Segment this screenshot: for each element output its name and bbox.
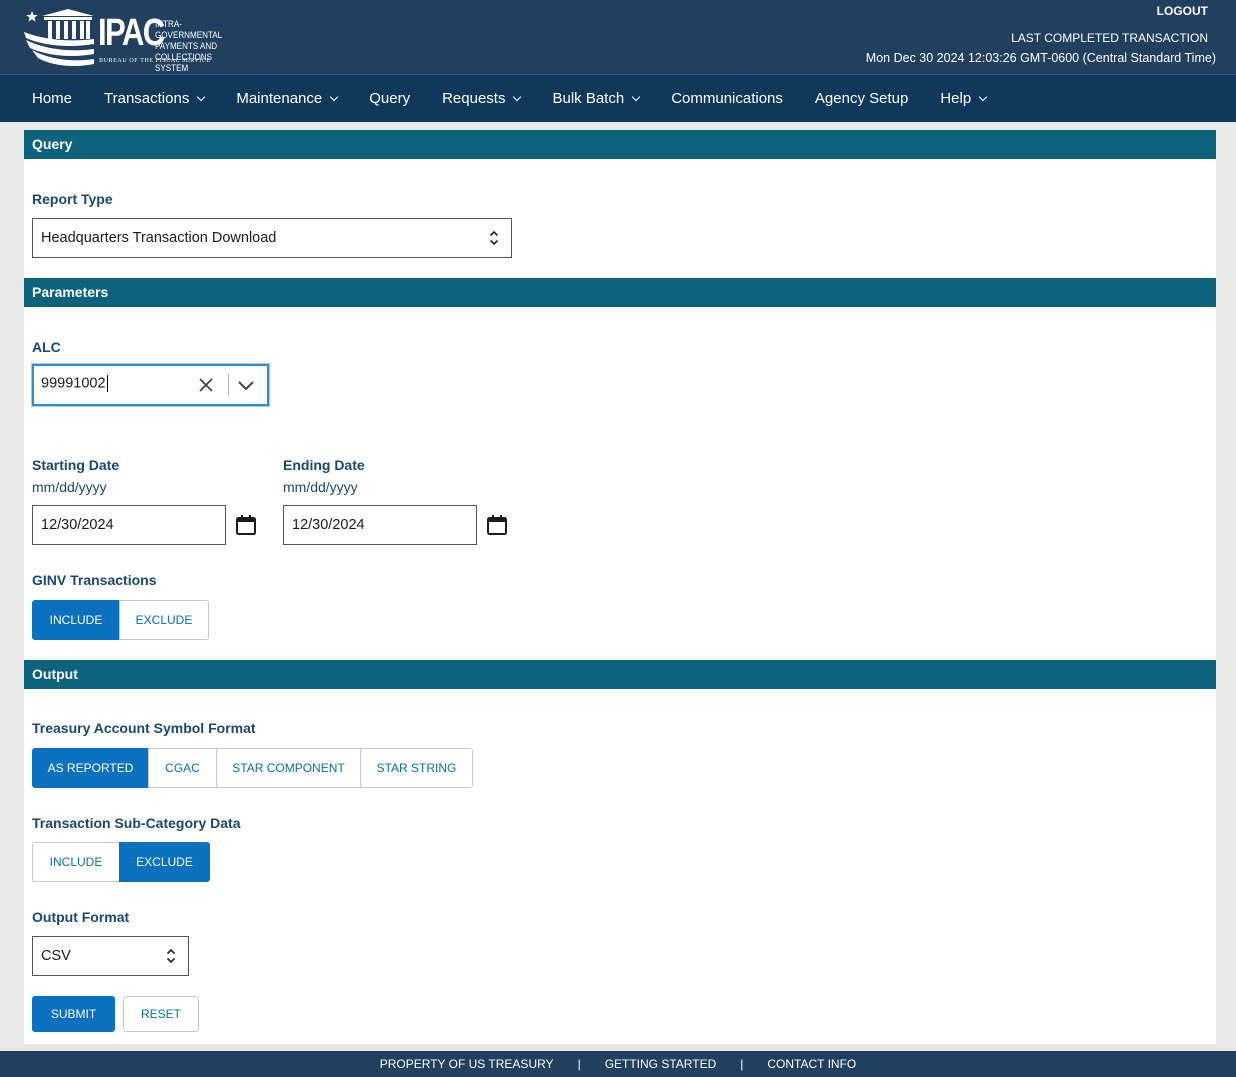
ending-date-format-hint: mm/dd/yyyy bbox=[283, 479, 358, 495]
capitol-building-icon bbox=[24, 9, 94, 66]
starting-date-label: Starting Date bbox=[32, 457, 120, 473]
top-header: IPAC INTRA-GOVERNMENTAL PAYMENTS AND COL… bbox=[0, 0, 1236, 74]
section-header-output: Output bbox=[24, 660, 1216, 689]
report-type-label: Report Type bbox=[32, 191, 113, 207]
chevron-down-icon bbox=[197, 92, 206, 101]
calendar-icon[interactable] bbox=[235, 514, 257, 536]
ginv-exclude-button[interactable]: EXCLUDE bbox=[119, 600, 209, 640]
ginv-transactions-label: GINV Transactions bbox=[32, 572, 157, 588]
alc-combobox[interactable]: 99991002 bbox=[32, 364, 269, 406]
tas-star-string-button[interactable]: STAR STRING bbox=[360, 748, 473, 788]
select-updown-icon bbox=[166, 948, 176, 964]
logout-link[interactable]: LOGOUT bbox=[1157, 4, 1208, 18]
alc-label: ALC bbox=[32, 339, 61, 355]
output-format-value: CSV bbox=[41, 948, 71, 964]
footer-property-link[interactable]: PROPERTY OF US TREASURY bbox=[380, 1057, 554, 1071]
alc-input[interactable]: 99991002 bbox=[41, 375, 108, 392]
clear-icon[interactable] bbox=[197, 376, 215, 394]
logo-wordmark: IPAC bbox=[98, 12, 165, 54]
report-type-value: Headquarters Transaction Download bbox=[41, 230, 277, 246]
section-header-query: Query bbox=[24, 130, 1216, 159]
reset-button[interactable]: RESET bbox=[123, 996, 199, 1032]
ginv-toggle-group: INCLUDE EXCLUDE bbox=[32, 600, 209, 640]
tas-cgac-button[interactable]: CGAC bbox=[148, 748, 217, 788]
nav-communications[interactable]: Communications bbox=[655, 75, 799, 123]
starting-date-format-hint: mm/dd/yyyy bbox=[32, 479, 107, 495]
chevron-down-icon bbox=[631, 92, 641, 101]
nav-home[interactable]: Home bbox=[16, 75, 88, 123]
footer-separator: | bbox=[740, 1057, 744, 1071]
nav-maintenance[interactable]: Maintenance bbox=[220, 75, 353, 123]
query-form-panel: Query Report Type Headquarters Transacti… bbox=[24, 130, 1216, 1044]
footer: PROPERTY OF US TREASURY | GETTING STARTE… bbox=[0, 1051, 1236, 1077]
chevron-down-icon[interactable] bbox=[236, 376, 256, 394]
chevron-down-icon bbox=[329, 92, 339, 101]
output-format-label: Output Format bbox=[32, 909, 130, 925]
nav-query[interactable]: Query bbox=[353, 75, 426, 123]
ending-date-label: Ending Date bbox=[283, 457, 365, 473]
tas-as-reported-button[interactable]: AS REPORTED bbox=[32, 748, 149, 788]
nav-requests[interactable]: Requests bbox=[426, 75, 536, 123]
last-transaction-label: LAST COMPLETED TRANSACTION bbox=[1011, 31, 1208, 45]
nav-bulk-batch[interactable]: Bulk Batch bbox=[536, 75, 655, 123]
submit-button[interactable]: SUBMIT bbox=[32, 996, 115, 1032]
ginv-include-button[interactable]: INCLUDE bbox=[32, 600, 120, 640]
starting-date-input[interactable]: 12/30/2024 bbox=[32, 505, 226, 545]
select-updown-icon bbox=[489, 230, 499, 246]
calendar-icon[interactable] bbox=[486, 514, 508, 536]
report-type-select[interactable]: Headquarters Transaction Download bbox=[32, 218, 512, 258]
section-header-parameters: Parameters bbox=[24, 278, 1216, 307]
logo-subtitle: INTRA-GOVERNMENTAL PAYMENTS AND COLLECTI… bbox=[155, 19, 223, 74]
ipac-logo[interactable]: IPAC INTRA-GOVERNMENTAL PAYMENTS AND COL… bbox=[22, 6, 242, 74]
footer-getting-started-link[interactable]: GETTING STARTED bbox=[605, 1057, 717, 1071]
output-format-select[interactable]: CSV bbox=[32, 936, 189, 976]
tas-star-component-button[interactable]: STAR COMPONENT bbox=[216, 748, 361, 788]
logo-bureau-text: BUREAU OF THE FISCAL SERVICE bbox=[99, 58, 211, 64]
divider bbox=[228, 374, 229, 396]
subcategory-exclude-button[interactable]: EXCLUDE bbox=[119, 842, 210, 882]
footer-separator: | bbox=[577, 1057, 581, 1071]
tas-format-toggle-group: AS REPORTED CGAC STAR COMPONENT STAR STR… bbox=[32, 748, 473, 788]
chevron-down-icon bbox=[513, 92, 522, 101]
nav-agency-setup[interactable]: Agency Setup bbox=[799, 75, 924, 123]
last-transaction-time: Mon Dec 30 2024 12:03:26 GMT-0600 (Centr… bbox=[865, 51, 1216, 65]
footer-contact-info-link[interactable]: CONTACT INFO bbox=[767, 1057, 856, 1071]
subcategory-include-button[interactable]: INCLUDE bbox=[32, 842, 120, 882]
main-nav: Home Transactions Maintenance Query Requ… bbox=[0, 74, 1236, 122]
text-cursor bbox=[106, 375, 108, 392]
nav-transactions[interactable]: Transactions bbox=[88, 75, 220, 123]
nav-help[interactable]: Help bbox=[924, 75, 1002, 123]
subcategory-label: Transaction Sub-Category Data bbox=[32, 815, 241, 831]
ending-date-input[interactable]: 12/30/2024 bbox=[283, 505, 477, 545]
tas-format-label: Treasury Account Symbol Format bbox=[32, 720, 256, 736]
subcategory-toggle-group: INCLUDE EXCLUDE bbox=[32, 842, 210, 882]
chevron-down-icon bbox=[978, 92, 988, 101]
